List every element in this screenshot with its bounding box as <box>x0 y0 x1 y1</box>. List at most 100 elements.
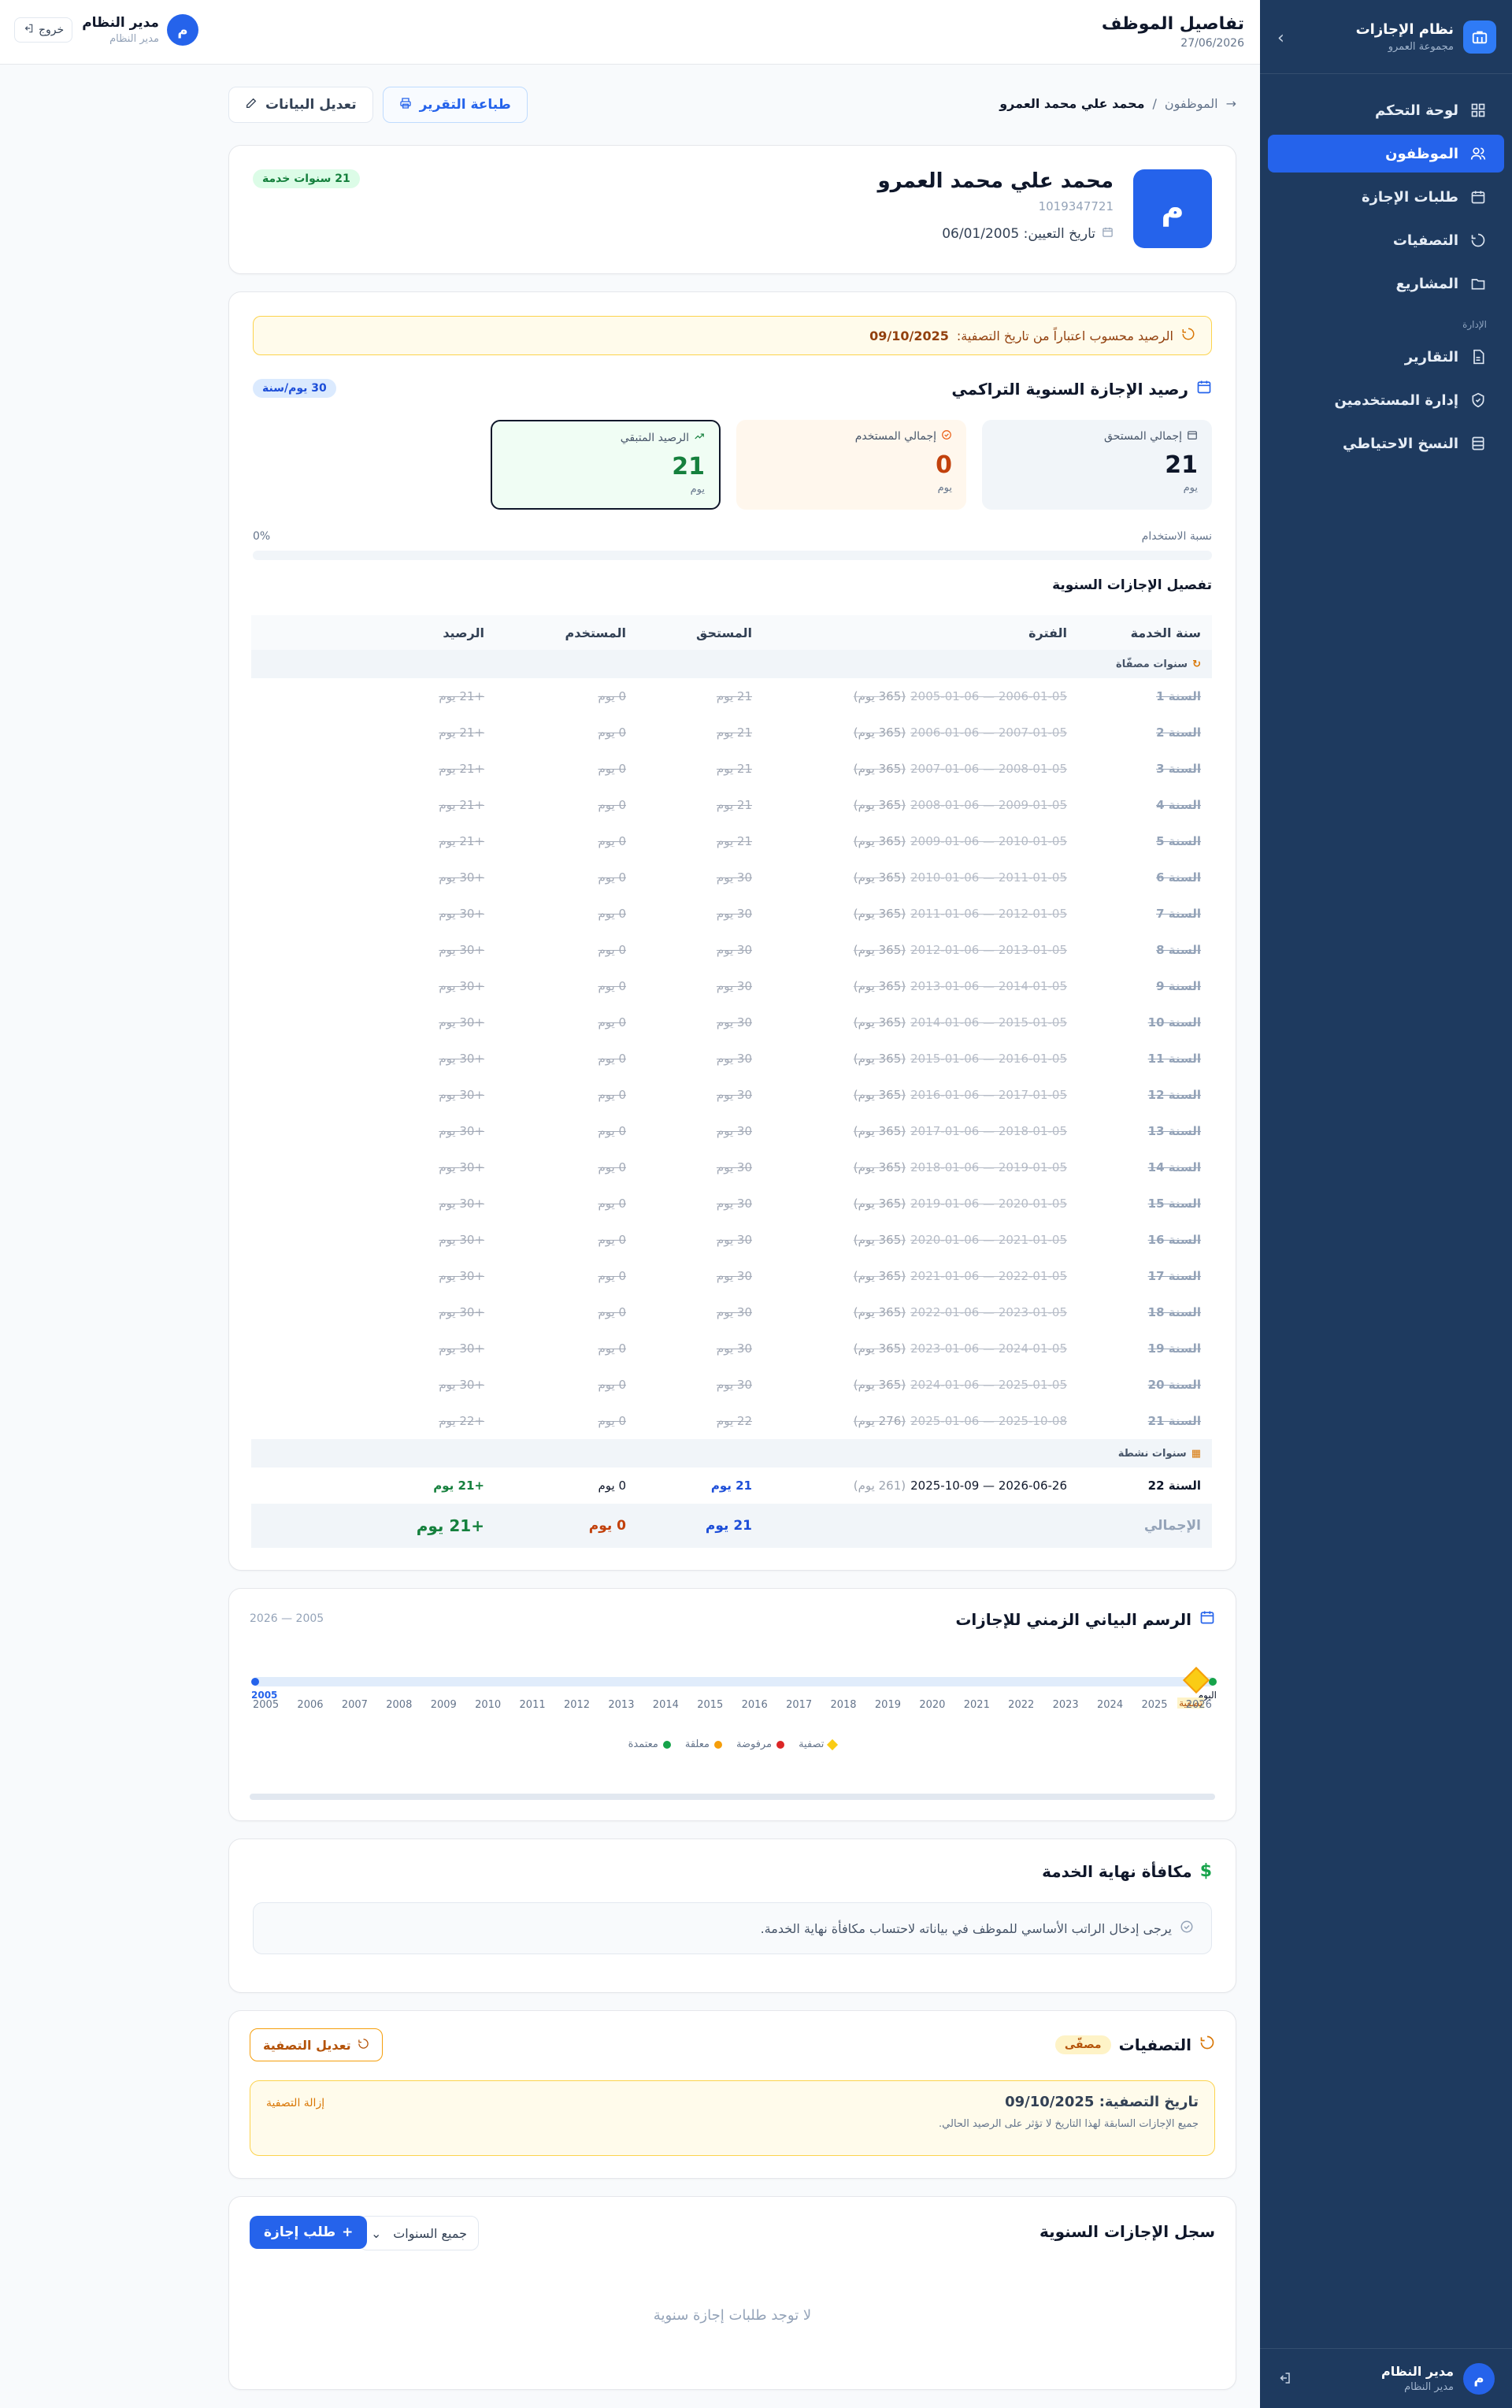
rotate-icon: ↻ <box>1192 658 1201 670</box>
arrow-right-icon[interactable]: → <box>1226 96 1236 111</box>
cell-service-year: السنة 21 <box>1147 1414 1201 1428</box>
logout-button[interactable]: خروج <box>14 17 73 43</box>
sidebar-item-employees[interactable]: الموظفون <box>1268 135 1504 173</box>
cell-period: 2025-10-09 — 2026-06-26 (261 يوم) <box>763 1467 1078 1504</box>
table-body: ↻ سنوات مصفّاة السنة 1 2005-01-06 — 2006-01… <box>251 650 1212 1548</box>
timeline-year-label: 2012 <box>563 1699 591 1711</box>
cell-used: 0 يوم <box>598 1015 626 1030</box>
file-icon <box>1469 348 1487 365</box>
sidebar-item-settlements[interactable]: التصفيات <box>1268 221 1504 259</box>
timeline-year-label: 2019 <box>874 1699 901 1711</box>
timeline-year-axis: 2005 2006 2007 2008 2009 2010 2011 2012 2013 2014… <box>253 1699 1212 1711</box>
sidebar-item-projects[interactable]: المشاريع <box>1268 265 1504 302</box>
sidebar-item-label: النسخ الاحتياطي <box>1343 435 1458 452</box>
period-range: 2006-01-06 — 2007-01-05 <box>910 725 1067 740</box>
timeline-year-label: 2016 <box>741 1699 768 1711</box>
cell-period: 2016-01-06 — 2017-01-05 (365 يوم) <box>763 1077 1078 1113</box>
period-range: 2012-01-06 — 2013-01-05 <box>910 943 1067 957</box>
calendar-icon <box>1199 1609 1215 1629</box>
topbar-user: خروج مدير النظام مدير النظام م <box>14 14 198 46</box>
sidebar-user: م مدير النظام مدير النظام <box>1260 2348 1512 2408</box>
breadcrumb-separator: / <box>1152 96 1157 111</box>
timeline-range: 2005 — 2026 <box>250 1612 324 1625</box>
cell-service-year: السنة 2 <box>1156 725 1201 740</box>
rotate-icon <box>1181 327 1195 344</box>
cell-service-year: السنة 9 <box>1156 979 1201 993</box>
print-report-button[interactable]: طباعة التقرير <box>382 87 528 123</box>
rotate-icon <box>1469 232 1487 249</box>
timeline-year-label: 2010 <box>475 1699 502 1711</box>
sidebar-item-leave-requests[interactable]: طلبات الإجازة <box>1268 178 1504 216</box>
stat-value: 21 <box>1165 451 1198 479</box>
year-filter-select[interactable]: جميع السنوات ⌄ <box>359 2216 479 2250</box>
group-label: سنوات مصفّاة <box>1116 658 1188 670</box>
request-leave-button[interactable]: + طلب إجازة <box>250 2216 368 2249</box>
breadcrumb-parent[interactable]: الموظفون <box>1165 96 1218 111</box>
legend-swatch <box>827 1738 839 1750</box>
cell-balance: +21 يوم <box>433 1479 484 1493</box>
cell-service-year: السنة 16 <box>1147 1233 1201 1247</box>
briefcase-icon <box>1463 20 1496 54</box>
period-range: 2014-01-06 — 2015-01-05 <box>910 1015 1067 1030</box>
logout-icon[interactable] <box>1277 2371 1292 2388</box>
leave-log-card: سجل الإجازات السنوية جميع السنوات ⌄ + طل… <box>228 2196 1236 2390</box>
sidebar-item-dashboard[interactable]: لوحة التحكم <box>1268 91 1504 129</box>
usage-progress-bar <box>253 551 1212 560</box>
cell-balance: +30 يوم <box>439 1341 484 1356</box>
timeline-year-label: 2026 <box>1185 1699 1212 1711</box>
period-range: 2017-01-06 — 2018-01-05 <box>910 1124 1067 1138</box>
calendar-icon <box>1102 226 1114 242</box>
cell-entitled: 30 يوم <box>716 870 752 885</box>
sidebar-item-reports[interactable]: التقارير <box>1268 338 1504 376</box>
edit-settlement-button[interactable]: تعديل التصفية <box>250 2028 383 2061</box>
cell-used: 0 يوم <box>598 725 626 740</box>
legend-swatch <box>662 1740 671 1749</box>
cell-balance: +30 يوم <box>439 1052 484 1066</box>
remove-settlement-link[interactable]: إزالة التصفية <box>266 2097 324 2109</box>
sidebar-nav: لوحة التحكم الموظفون طلبات الإجازة التصف… <box>1260 74 1512 462</box>
timeline-year-label: 2014 <box>652 1699 679 1711</box>
timeline-year-label: 2008 <box>386 1699 413 1711</box>
cell-period: 2017-01-06 — 2018-01-05 (365 يوم) <box>763 1113 1078 1149</box>
period-days: (365 يوم) <box>853 1197 906 1211</box>
notice-text: الرصيد محسوب اعتباراً من تاريخ التصفية: <box>956 328 1173 343</box>
table-group-row: ↻ سنوات مصفّاة <box>251 650 1212 678</box>
sidebar-item-backup[interactable]: النسخ الاحتياطي <box>1268 425 1504 462</box>
dollar-icon: $ <box>1199 1861 1212 1881</box>
eos-title: $ مكافأة نهاية الخدمة <box>1042 1861 1212 1881</box>
cell-entitled: 30 يوم <box>716 1378 752 1392</box>
timeline-scrollbar[interactable] <box>250 1794 1215 1800</box>
period-range: 2013-01-06 — 2014-01-05 <box>910 979 1067 993</box>
cell-service-year: السنة 13 <box>1147 1124 1201 1138</box>
cell-total-balance: +21 يوم <box>251 1504 495 1548</box>
timeline-year-label: 2006 <box>297 1699 324 1711</box>
table-row: السنة 16 2020-01-06 — 2021-01-05 (365 يوم)… <box>251 1222 1212 1258</box>
edit-data-button[interactable]: تعديل البيانات <box>228 87 373 123</box>
period-days: (276 يوم) <box>853 1414 906 1428</box>
rotate-icon <box>358 2038 369 2053</box>
cell-entitled: 30 يوم <box>716 943 752 957</box>
period-days: (365 يوم) <box>853 1124 906 1138</box>
eos-title-text: مكافأة نهاية الخدمة <box>1042 1861 1192 1881</box>
cell-entitled: 30 يوم <box>716 1160 752 1174</box>
end-of-service-card: $ مكافأة نهاية الخدمة يرجى إدخال الراتب … <box>228 1838 1236 1993</box>
request-leave-label: طلب إجازة <box>264 2224 336 2240</box>
cell-entitled: 30 يوم <box>716 1088 752 1102</box>
table-row: السنة 10 2014-01-06 — 2015-01-05 (365 يوم)… <box>251 1004 1212 1041</box>
brand-subtitle: مجموعة العمرو <box>1388 40 1454 53</box>
sidebar-item-label: طلبات الإجازة <box>1361 188 1458 206</box>
cell-service-year: السنة 17 <box>1147 1269 1201 1283</box>
period-range: 2023-01-06 — 2024-01-05 <box>910 1341 1067 1356</box>
table-row: السنة 14 2018-01-06 — 2019-01-05 (365 يوم)… <box>251 1149 1212 1185</box>
sidebar-item-label: الموظفون <box>1385 145 1458 162</box>
column-header: المستحق <box>637 615 763 650</box>
cell-period: 2008-01-06 — 2009-01-05 (365 يوم) <box>763 787 1078 823</box>
table-header-row: سنة الخدمة الفترة المستحق المستخدم الرصي… <box>251 615 1212 650</box>
cell-used: 0 يوم <box>598 834 626 848</box>
usage-label: نسبة الاستخدام <box>1141 530 1212 543</box>
stat-label: الرصيد المتبقي <box>620 432 689 444</box>
collapse-sidebar-icon[interactable]: › <box>1277 28 1284 48</box>
cell-used: 0 يوم <box>598 1233 626 1247</box>
sidebar-item-user-management[interactable]: إدارة المستخدمين <box>1268 381 1504 419</box>
timeline-year-label: 2011 <box>519 1699 546 1711</box>
